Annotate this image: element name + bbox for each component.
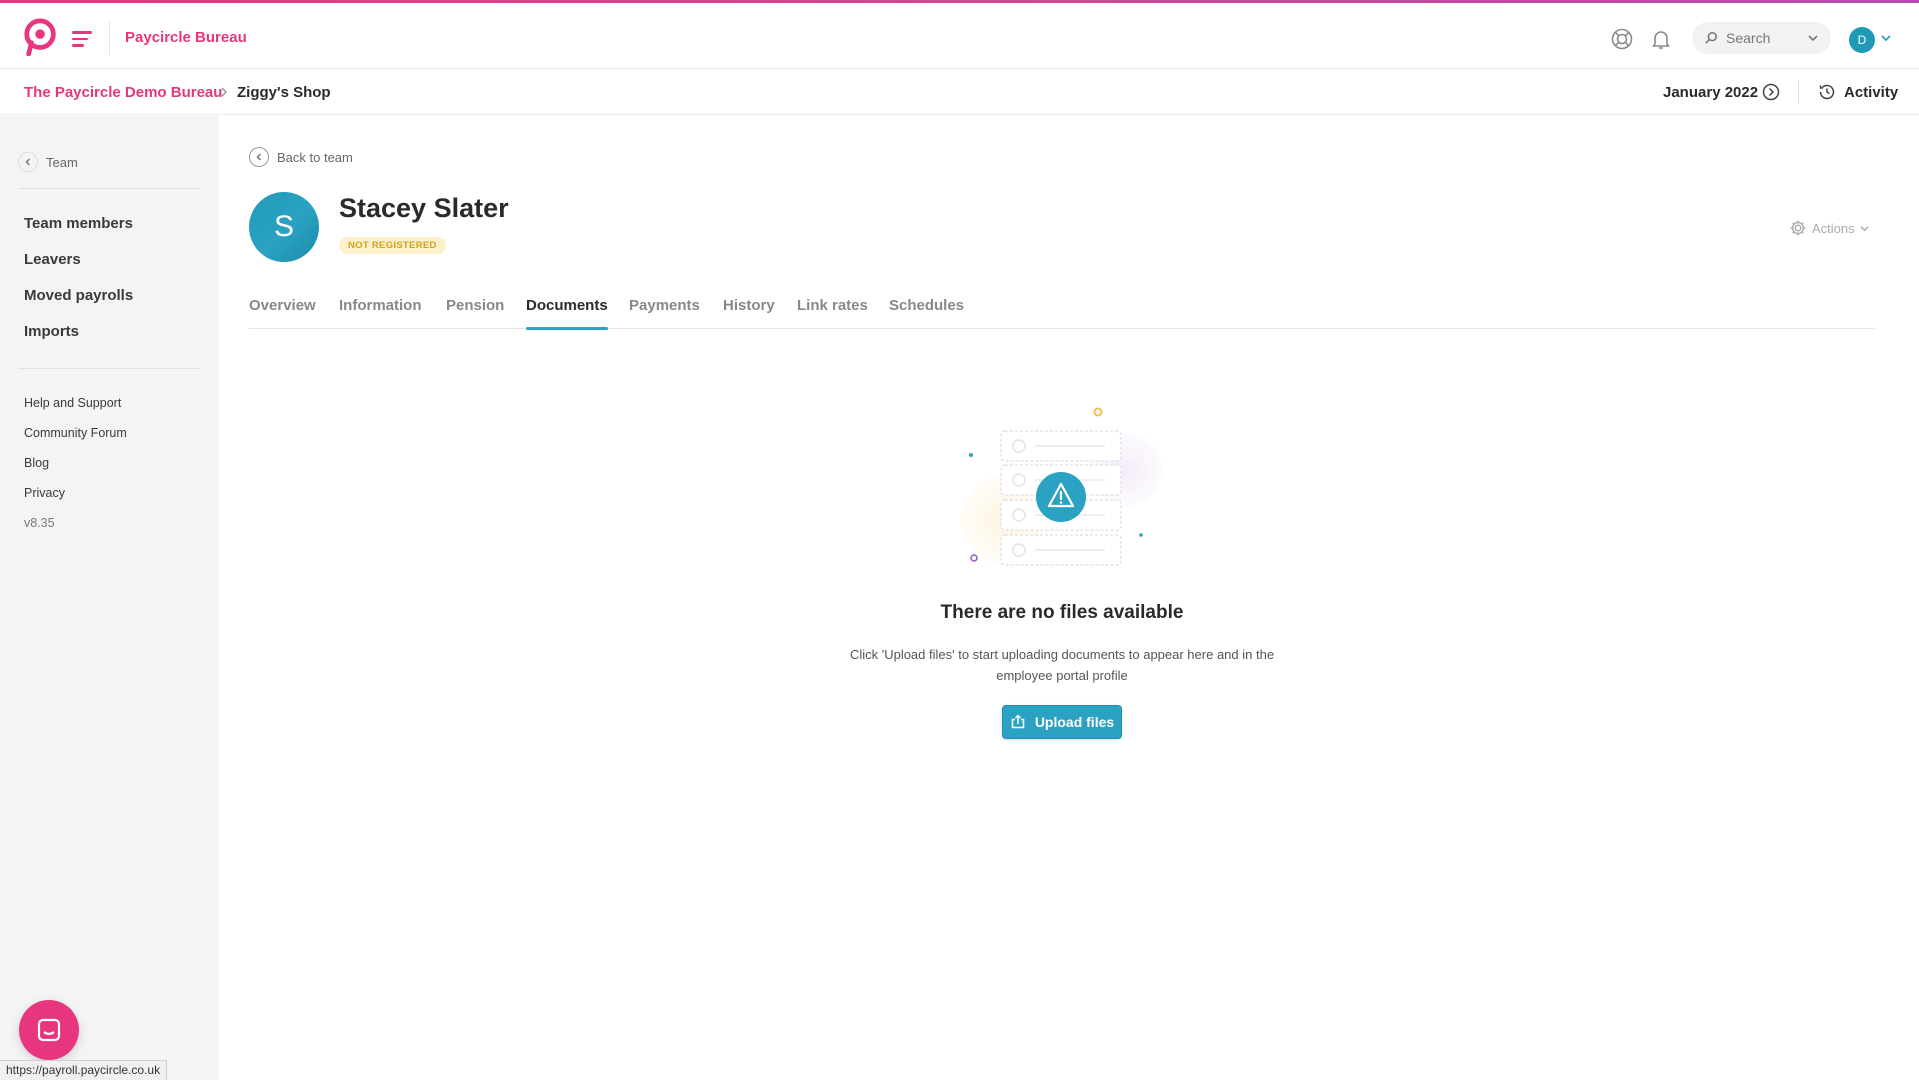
chevron-down-icon[interactable] [1880, 32, 1892, 44]
tab-payments[interactable]: Payments [629, 296, 700, 329]
clock-arrow-icon[interactable] [1762, 83, 1780, 101]
chevron-down-icon [1859, 225, 1869, 231]
breadcrumb-company[interactable]: Ziggy's Shop [237, 84, 331, 101]
employee-name: Stacey Slater [339, 193, 509, 223]
activity-button[interactable]: Activity [1818, 81, 1898, 103]
chevron-down-icon [1808, 35, 1818, 42]
history-icon [1819, 84, 1835, 100]
chat-launcher-button[interactable] [19, 1000, 79, 1060]
chevron-right-icon [221, 87, 228, 97]
sidebar-item-blog[interactable]: Blog [24, 448, 127, 478]
upload-files-label: Upload files [1034, 714, 1115, 730]
brand-divider [109, 21, 110, 55]
actions-label: Actions [1812, 220, 1855, 236]
breadcrumb-bureau[interactable]: The Paycircle Demo Bureau [24, 84, 222, 101]
tab-link-rates[interactable]: Link rates [797, 296, 868, 329]
chat-icon [37, 1018, 61, 1042]
help-lifebuoy-icon[interactable] [1610, 27, 1634, 51]
upload-icon [1011, 714, 1025, 729]
tab-pension[interactable]: Pension [446, 296, 504, 329]
tab-history[interactable]: History [723, 296, 775, 329]
pay-period[interactable]: January 2022 [1663, 84, 1758, 101]
employee-avatar: S [249, 192, 319, 262]
back-to-team-link[interactable]: Back to team [249, 147, 353, 167]
breadcrumb-bar: The Paycircle Demo Bureau Ziggy's Shop J… [0, 70, 1919, 115]
empty-state-title: There are no files available [940, 602, 1184, 623]
activity-label: Activity [1844, 83, 1899, 101]
sidebar-divider [18, 368, 200, 369]
app-version: v8.35 [24, 516, 55, 530]
sidebar-item-help-support[interactable]: Help and Support [24, 388, 127, 418]
search-icon [1705, 31, 1718, 44]
top-bar: Paycircle Bureau Search D [0, 3, 1919, 69]
paycircle-logo-icon[interactable] [22, 18, 60, 56]
status-badge: NOT REGISTERED [339, 237, 446, 254]
sidebar-item-moved-payrolls[interactable]: Moved payrolls [24, 278, 133, 314]
tab-documents[interactable]: Documents [526, 296, 608, 330]
search-placeholder: Search [1726, 30, 1771, 46]
sidebar-back-team[interactable]: Team [18, 152, 78, 172]
chevron-left-icon [18, 152, 38, 172]
sidebar-item-imports[interactable]: Imports [24, 314, 133, 350]
user-avatar[interactable]: D [1849, 27, 1875, 53]
breadcrumb-divider [1798, 80, 1799, 104]
sidebar-item-leavers[interactable]: Leavers [24, 242, 133, 278]
search-input[interactable]: Search [1692, 22, 1831, 54]
status-bar-url: https://payroll.paycircle.co.uk [0, 1060, 168, 1080]
sidebar-back-label: Team [46, 154, 78, 170]
sidebar-item-team-members[interactable]: Team members [24, 206, 133, 242]
tab-overview[interactable]: Overview [249, 296, 316, 329]
actions-dropdown[interactable]: Actions [1789, 219, 1870, 237]
back-to-team-label: Back to team [277, 149, 353, 165]
chevron-left-icon [249, 147, 269, 167]
sidebar-item-community-forum[interactable]: Community Forum [24, 418, 127, 448]
bell-icon[interactable] [1649, 27, 1673, 51]
empty-state-description: Click 'Upload files' to start uploading … [849, 647, 1275, 683]
sidebar: Team Team members Leavers Moved payrolls… [0, 116, 219, 1080]
tab-information[interactable]: Information [339, 296, 422, 329]
gear-icon [1790, 220, 1806, 236]
sidebar-item-privacy[interactable]: Privacy [24, 478, 127, 508]
upload-files-button[interactable]: Upload files [1002, 705, 1122, 739]
menu-icon[interactable] [72, 31, 92, 47]
employee-tabs: Overview Information Pension Documents P… [249, 296, 1875, 330]
tab-schedules[interactable]: Schedules [889, 296, 964, 329]
brand-name[interactable]: Paycircle Bureau [125, 29, 247, 46]
sidebar-main-nav: Team members Leavers Moved payrolls Impo… [24, 206, 133, 350]
sidebar-divider [18, 188, 200, 189]
sidebar-footer-nav: Help and Support Community Forum Blog Pr… [24, 388, 127, 538]
empty-documents-illustration [960, 407, 1162, 566]
